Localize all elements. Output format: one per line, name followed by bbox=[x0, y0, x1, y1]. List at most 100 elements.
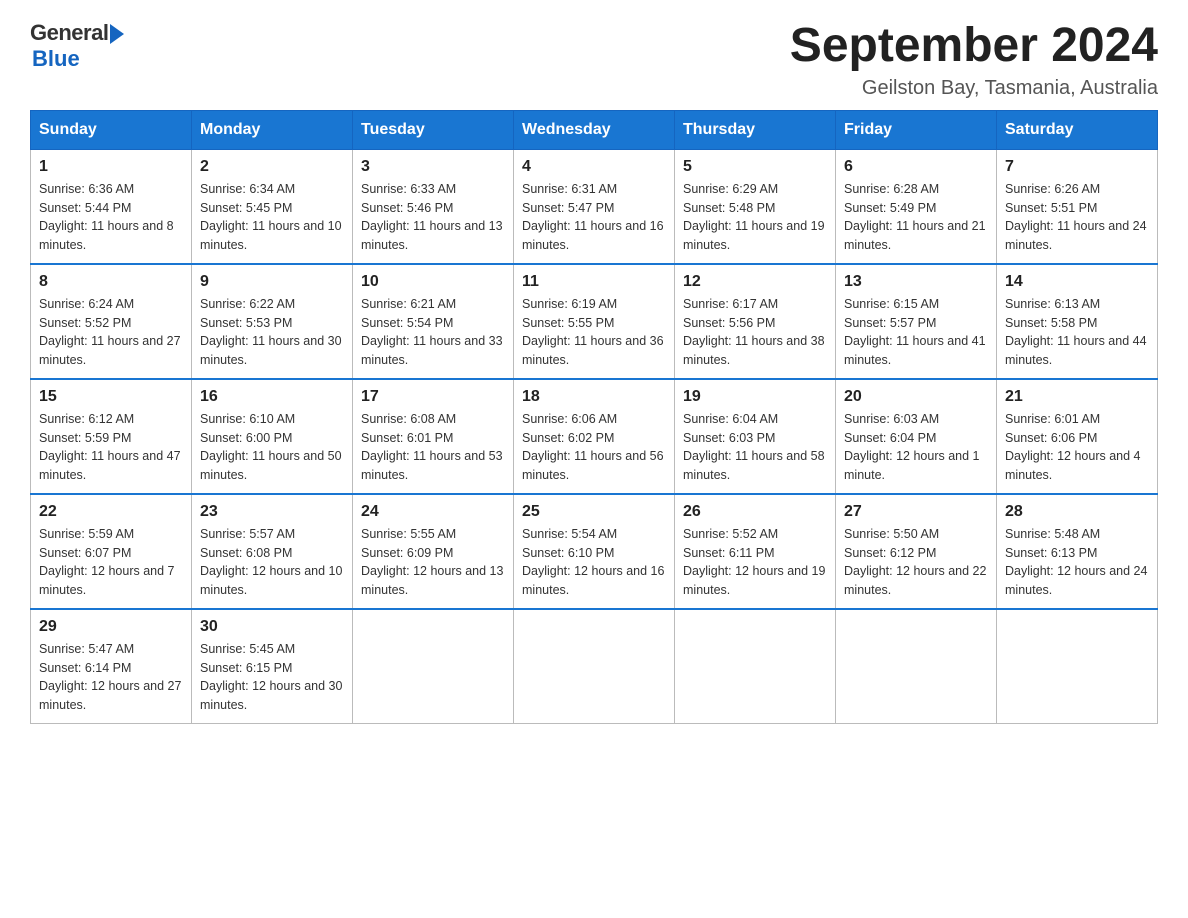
calendar-cell bbox=[514, 609, 675, 724]
day-info: Sunrise: 6:36 AMSunset: 5:44 PMDaylight:… bbox=[39, 180, 183, 255]
day-info: Sunrise: 5:59 AMSunset: 6:07 PMDaylight:… bbox=[39, 525, 183, 600]
calendar-cell bbox=[353, 609, 514, 724]
logo-general-text: General bbox=[30, 20, 108, 46]
calendar-cell: 4 Sunrise: 6:31 AMSunset: 5:47 PMDaylight… bbox=[514, 149, 675, 264]
month-title: September 2024 bbox=[790, 20, 1158, 73]
calendar-cell: 19 Sunrise: 6:04 AMSunset: 6:03 PMDayligh… bbox=[675, 379, 836, 494]
day-number: 17 bbox=[361, 388, 505, 406]
day-number: 20 bbox=[844, 388, 988, 406]
day-number: 4 bbox=[522, 158, 666, 176]
day-number: 15 bbox=[39, 388, 183, 406]
day-number: 10 bbox=[361, 273, 505, 291]
day-info: Sunrise: 6:19 AMSunset: 5:55 PMDaylight:… bbox=[522, 295, 666, 370]
day-number: 19 bbox=[683, 388, 827, 406]
day-info: Sunrise: 6:28 AMSunset: 5:49 PMDaylight:… bbox=[844, 180, 988, 255]
day-number: 29 bbox=[39, 618, 183, 636]
calendar-cell: 7 Sunrise: 6:26 AMSunset: 5:51 PMDaylight… bbox=[997, 149, 1158, 264]
day-info: Sunrise: 6:12 AMSunset: 5:59 PMDaylight:… bbox=[39, 410, 183, 485]
day-number: 22 bbox=[39, 503, 183, 521]
calendar-cell: 18 Sunrise: 6:06 AMSunset: 6:02 PMDayligh… bbox=[514, 379, 675, 494]
day-number: 8 bbox=[39, 273, 183, 291]
week-row-5: 29 Sunrise: 5:47 AMSunset: 6:14 PMDayligh… bbox=[31, 609, 1158, 724]
header-friday: Friday bbox=[836, 110, 997, 149]
day-info: Sunrise: 5:55 AMSunset: 6:09 PMDaylight:… bbox=[361, 525, 505, 600]
calendar-cell: 24 Sunrise: 5:55 AMSunset: 6:09 PMDayligh… bbox=[353, 494, 514, 609]
calendar-cell: 23 Sunrise: 5:57 AMSunset: 6:08 PMDayligh… bbox=[192, 494, 353, 609]
title-section: September 2024 Geilston Bay, Tasmania, A… bbox=[790, 20, 1158, 100]
day-number: 1 bbox=[39, 158, 183, 176]
calendar-cell: 11 Sunrise: 6:19 AMSunset: 5:55 PMDayligh… bbox=[514, 264, 675, 379]
day-number: 14 bbox=[1005, 273, 1149, 291]
calendar-cell: 1 Sunrise: 6:36 AMSunset: 5:44 PMDaylight… bbox=[31, 149, 192, 264]
day-info: Sunrise: 5:50 AMSunset: 6:12 PMDaylight:… bbox=[844, 525, 988, 600]
calendar-cell: 25Sunrise: 5:54 AMSunset: 6:10 PMDayligh… bbox=[514, 494, 675, 609]
calendar-cell: 30 Sunrise: 5:45 AMSunset: 6:15 PMDayligh… bbox=[192, 609, 353, 724]
day-info: Sunrise: 6:34 AMSunset: 5:45 PMDaylight:… bbox=[200, 180, 344, 255]
day-number: 23 bbox=[200, 503, 344, 521]
day-info: Sunrise: 5:57 AMSunset: 6:08 PMDaylight:… bbox=[200, 525, 344, 600]
day-number: 7 bbox=[1005, 158, 1149, 176]
calendar-cell: 28 Sunrise: 5:48 AMSunset: 6:13 PMDayligh… bbox=[997, 494, 1158, 609]
calendar-cell: 8 Sunrise: 6:24 AMSunset: 5:52 PMDaylight… bbox=[31, 264, 192, 379]
day-number: 30 bbox=[200, 618, 344, 636]
calendar-cell: 9 Sunrise: 6:22 AMSunset: 5:53 PMDaylight… bbox=[192, 264, 353, 379]
day-number: 28 bbox=[1005, 503, 1149, 521]
day-number: 11 bbox=[522, 273, 666, 291]
calendar-cell: 27 Sunrise: 5:50 AMSunset: 6:12 PMDayligh… bbox=[836, 494, 997, 609]
calendar-cell: 22 Sunrise: 5:59 AMSunset: 6:07 PMDayligh… bbox=[31, 494, 192, 609]
day-number: 9 bbox=[200, 273, 344, 291]
day-info: Sunrise: 6:15 AMSunset: 5:57 PMDaylight:… bbox=[844, 295, 988, 370]
day-info: Sunrise: 6:24 AMSunset: 5:52 PMDaylight:… bbox=[39, 295, 183, 370]
calendar-cell: 12Sunrise: 6:17 AMSunset: 5:56 PMDayligh… bbox=[675, 264, 836, 379]
day-info: Sunrise: 6:06 AMSunset: 6:02 PMDaylight:… bbox=[522, 410, 666, 485]
day-info: Sunrise: 6:31 AMSunset: 5:47 PMDaylight:… bbox=[522, 180, 666, 255]
calendar-cell: 29 Sunrise: 5:47 AMSunset: 6:14 PMDayligh… bbox=[31, 609, 192, 724]
header-thursday: Thursday bbox=[675, 110, 836, 149]
calendar-cell: 15 Sunrise: 6:12 AMSunset: 5:59 PMDayligh… bbox=[31, 379, 192, 494]
day-info: Sunrise: 5:47 AMSunset: 6:14 PMDaylight:… bbox=[39, 640, 183, 715]
week-row-3: 15 Sunrise: 6:12 AMSunset: 5:59 PMDayligh… bbox=[31, 379, 1158, 494]
day-number: 24 bbox=[361, 503, 505, 521]
calendar-header-row: SundayMondayTuesdayWednesdayThursdayFrid… bbox=[31, 110, 1158, 149]
calendar-cell: 16 Sunrise: 6:10 AMSunset: 6:00 PMDayligh… bbox=[192, 379, 353, 494]
day-info: Sunrise: 6:04 AMSunset: 6:03 PMDaylight:… bbox=[683, 410, 827, 485]
day-number: 13 bbox=[844, 273, 988, 291]
header-monday: Monday bbox=[192, 110, 353, 149]
calendar-cell: 2Sunrise: 6:34 AMSunset: 5:45 PMDaylight… bbox=[192, 149, 353, 264]
day-number: 18 bbox=[522, 388, 666, 406]
day-info: Sunrise: 6:26 AMSunset: 5:51 PMDaylight:… bbox=[1005, 180, 1149, 255]
logo-blue-text: Blue bbox=[32, 46, 80, 72]
day-number: 21 bbox=[1005, 388, 1149, 406]
week-row-2: 8 Sunrise: 6:24 AMSunset: 5:52 PMDaylight… bbox=[31, 264, 1158, 379]
day-info: Sunrise: 6:10 AMSunset: 6:00 PMDaylight:… bbox=[200, 410, 344, 485]
day-info: Sunrise: 6:29 AMSunset: 5:48 PMDaylight:… bbox=[683, 180, 827, 255]
day-info: Sunrise: 5:45 AMSunset: 6:15 PMDaylight:… bbox=[200, 640, 344, 715]
header-saturday: Saturday bbox=[997, 110, 1158, 149]
calendar-cell: 20 Sunrise: 6:03 AMSunset: 6:04 PMDayligh… bbox=[836, 379, 997, 494]
day-info: Sunrise: 6:22 AMSunset: 5:53 PMDaylight:… bbox=[200, 295, 344, 370]
day-info: Sunrise: 6:13 AMSunset: 5:58 PMDaylight:… bbox=[1005, 295, 1149, 370]
day-number: 16 bbox=[200, 388, 344, 406]
day-number: 5 bbox=[683, 158, 827, 176]
day-info: Sunrise: 6:03 AMSunset: 6:04 PMDaylight:… bbox=[844, 410, 988, 485]
day-info: Sunrise: 6:21 AMSunset: 5:54 PMDaylight:… bbox=[361, 295, 505, 370]
header-sunday: Sunday bbox=[31, 110, 192, 149]
calendar-cell: 6 Sunrise: 6:28 AMSunset: 5:49 PMDaylight… bbox=[836, 149, 997, 264]
calendar-table: SundayMondayTuesdayWednesdayThursdayFrid… bbox=[30, 110, 1158, 724]
day-number: 27 bbox=[844, 503, 988, 521]
calendar-cell: 14 Sunrise: 6:13 AMSunset: 5:58 PMDayligh… bbox=[997, 264, 1158, 379]
day-number: 6 bbox=[844, 158, 988, 176]
day-info: Sunrise: 6:33 AMSunset: 5:46 PMDaylight:… bbox=[361, 180, 505, 255]
day-info: Sunrise: 5:48 AMSunset: 6:13 PMDaylight:… bbox=[1005, 525, 1149, 600]
day-info: Sunrise: 6:01 AMSunset: 6:06 PMDaylight:… bbox=[1005, 410, 1149, 485]
calendar-cell: 10 Sunrise: 6:21 AMSunset: 5:54 PMDayligh… bbox=[353, 264, 514, 379]
page-header: General Blue September 2024 Geilston Bay… bbox=[30, 20, 1158, 100]
week-row-1: 1 Sunrise: 6:36 AMSunset: 5:44 PMDaylight… bbox=[31, 149, 1158, 264]
header-wednesday: Wednesday bbox=[514, 110, 675, 149]
day-number: 26 bbox=[683, 503, 827, 521]
day-info: Sunrise: 6:08 AMSunset: 6:01 PMDaylight:… bbox=[361, 410, 505, 485]
week-row-4: 22 Sunrise: 5:59 AMSunset: 6:07 PMDayligh… bbox=[31, 494, 1158, 609]
day-number: 3 bbox=[361, 158, 505, 176]
day-info: Sunrise: 5:54 AMSunset: 6:10 PMDaylight:… bbox=[522, 525, 666, 600]
calendar-cell: 5 Sunrise: 6:29 AMSunset: 5:48 PMDaylight… bbox=[675, 149, 836, 264]
